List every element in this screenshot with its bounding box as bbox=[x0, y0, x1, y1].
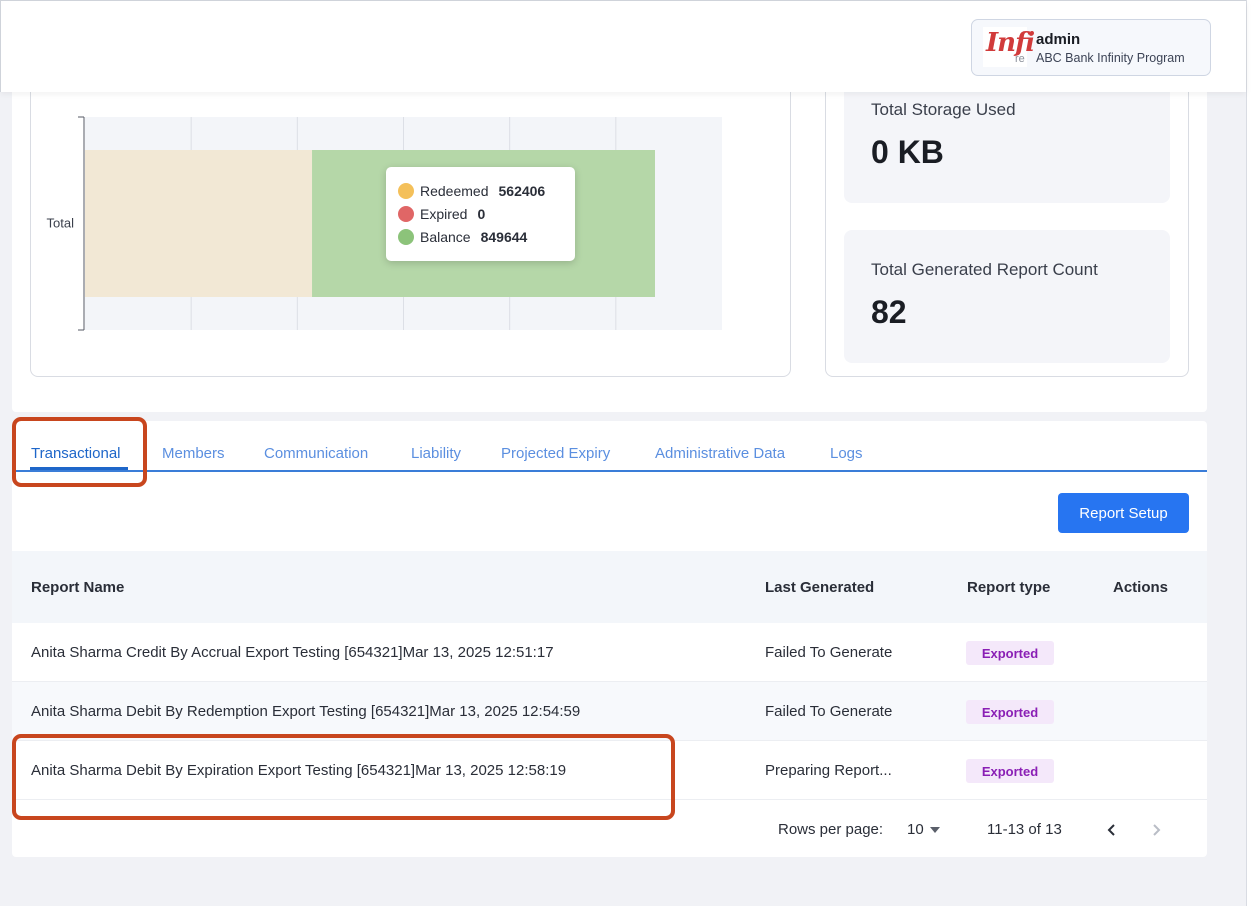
tooltip-value: 562406 bbox=[498, 183, 546, 199]
tooltip-label: Redeemed bbox=[420, 183, 489, 199]
bar-redeemed bbox=[85, 150, 313, 297]
tooltip-value: 0 bbox=[477, 206, 486, 222]
logo-text: Infi bbox=[986, 28, 1035, 58]
tab-projected-expiry[interactable]: Projected Expiry bbox=[501, 445, 610, 462]
report-setup-button[interactable]: Report Setup bbox=[1058, 493, 1189, 533]
tab-logs[interactable]: Logs bbox=[830, 445, 863, 462]
chevron-down-icon bbox=[929, 827, 940, 834]
chart-tooltip: Redeemed 562406 Expired 0 Balance 849644 bbox=[386, 167, 575, 261]
table-row[interactable]: Anita Sharma Credit By Accrual Export Te… bbox=[12, 623, 1207, 682]
tooltip-label: Balance bbox=[420, 229, 471, 245]
tooltip-row-expired: Expired 0 bbox=[398, 204, 485, 224]
chevron-left-icon[interactable] bbox=[1102, 819, 1122, 841]
table-row[interactable]: Anita Sharma Debit By Redemption Export … bbox=[12, 682, 1207, 741]
report-count-value: 82 bbox=[871, 294, 907, 330]
y-tick-label: Total bbox=[47, 216, 75, 231]
report-name-cell: Anita Sharma Credit By Accrual Export Te… bbox=[31, 644, 554, 661]
report-type-badge: Exported bbox=[966, 700, 1054, 724]
redeemed-dot-icon bbox=[398, 183, 414, 199]
user-profile-card[interactable]: Infi re admin ABC Bank Infinity Program bbox=[971, 19, 1211, 76]
tab-communication[interactable]: Communication bbox=[264, 445, 368, 462]
storage-stat-value: 0 KB bbox=[871, 134, 944, 170]
report-type-badge: Exported bbox=[966, 759, 1054, 783]
tooltip-row-balance: Balance 849644 bbox=[398, 227, 527, 247]
last-generated-cell: Failed To Generate bbox=[765, 644, 893, 661]
report-count-stat: Total Generated Report Count 82 bbox=[844, 230, 1170, 363]
user-organization: ABC Bank Infinity Program bbox=[1036, 51, 1185, 65]
tab-transactional[interactable]: Transactional bbox=[31, 445, 121, 462]
tab-administrative-data[interactable]: Administrative Data bbox=[655, 445, 785, 462]
report-name-cell: Anita Sharma Debit By Redemption Export … bbox=[31, 703, 581, 720]
page-range: 11-13 of 13 bbox=[987, 821, 1062, 838]
rows-per-page-select[interactable]: 10 bbox=[907, 821, 940, 838]
logo-subtext: re bbox=[1015, 53, 1025, 65]
rows-per-page-label: Rows per page: bbox=[778, 821, 884, 838]
last-generated-cell: Preparing Report... bbox=[765, 762, 892, 779]
report-name-cell: Anita Sharma Debit By Expiration Export … bbox=[31, 762, 567, 779]
chevron-right-icon[interactable] bbox=[1146, 819, 1166, 841]
brand-logo: Infi re bbox=[983, 27, 1035, 67]
report-tabs: Transactional Members Communication Liab… bbox=[12, 421, 1207, 472]
window-edge bbox=[1246, 0, 1252, 906]
reports-panel: Transactional Members Communication Liab… bbox=[12, 421, 1207, 857]
table-row[interactable]: Anita Sharma Debit By Expiration Export … bbox=[12, 741, 1207, 800]
pagination: Rows per page: 10 11-13 of 13 bbox=[12, 801, 1207, 857]
column-header-last-generated[interactable]: Last Generated bbox=[765, 579, 874, 596]
rows-per-page-value: 10 bbox=[907, 821, 924, 838]
column-header-report-type[interactable]: Report type bbox=[967, 579, 1050, 596]
storage-stat-label: Total Storage Used bbox=[871, 100, 1016, 119]
tab-liability[interactable]: Liability bbox=[411, 445, 461, 462]
tooltip-label: Expired bbox=[420, 206, 468, 222]
column-header-actions: Actions bbox=[1113, 579, 1169, 596]
active-tab-indicator bbox=[30, 467, 128, 470]
report-type-badge: Exported bbox=[966, 641, 1054, 665]
last-generated-cell: Failed To Generate bbox=[765, 703, 893, 720]
tab-members[interactable]: Members bbox=[162, 445, 225, 462]
user-name: admin bbox=[1036, 31, 1081, 48]
balance-dot-icon bbox=[398, 229, 414, 245]
tooltip-row-redeemed: Redeemed 562406 bbox=[398, 181, 545, 201]
report-count-label: Total Generated Report Count bbox=[871, 260, 1098, 279]
expired-dot-icon bbox=[398, 206, 414, 222]
top-bar: Infi re admin ABC Bank Infinity Program bbox=[0, 0, 1246, 92]
table-header: Report Name Last Generated Report type A… bbox=[12, 551, 1207, 623]
tooltip-value: 849644 bbox=[480, 229, 528, 245]
column-header-report-name[interactable]: Report Name bbox=[31, 579, 124, 596]
